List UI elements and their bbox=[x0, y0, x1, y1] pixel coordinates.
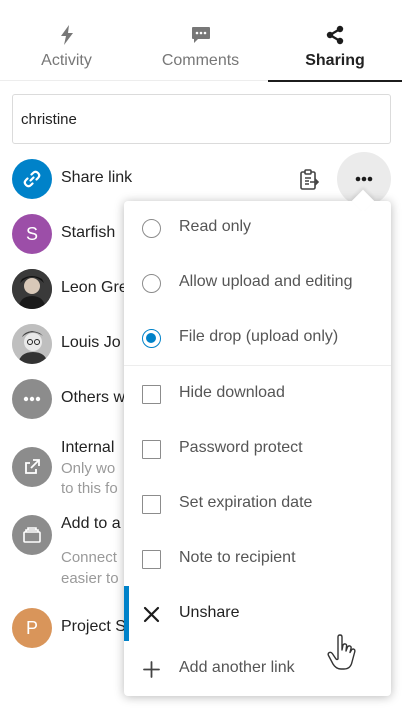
share-row-label: Others w bbox=[61, 389, 126, 406]
checkbox-note-to-recipient[interactable] bbox=[142, 550, 161, 569]
avatar-initial: P bbox=[25, 617, 38, 638]
menu-item-label: File drop (upload only) bbox=[179, 328, 339, 345]
share-link-row[interactable]: Share link bbox=[12, 159, 392, 199]
clipboard-icon[interactable] bbox=[298, 169, 320, 191]
share-row-subtext: Connect bbox=[61, 549, 117, 566]
menu-item-label: Hide download bbox=[179, 384, 285, 401]
menu-item-read-only[interactable]: Read only bbox=[124, 201, 391, 256]
radio-allow-upload[interactable] bbox=[142, 274, 161, 293]
checkbox-set-expiration[interactable] bbox=[142, 495, 161, 514]
share-row-label: Leon Gre bbox=[61, 279, 128, 296]
menu-item-file-drop[interactable]: File drop (upload only) bbox=[124, 311, 391, 366]
tab-activity[interactable]: Activity bbox=[0, 0, 133, 81]
share-search-input[interactable] bbox=[12, 94, 391, 144]
menu-divider bbox=[124, 365, 391, 366]
hand-cursor-icon bbox=[326, 634, 362, 674]
tab-sharing-label: Sharing bbox=[305, 52, 365, 69]
tab-sharing[interactable]: Sharing bbox=[268, 0, 402, 82]
avatar: P bbox=[12, 608, 52, 648]
avatar bbox=[12, 269, 52, 309]
ellipsis-icon bbox=[355, 176, 373, 182]
share-link-label: Share link bbox=[61, 169, 133, 186]
menu-item-allow-upload[interactable]: Allow upload and editing bbox=[124, 256, 391, 311]
share-row-label: Louis Jo bbox=[61, 334, 121, 351]
menu-item-note-to-recipient[interactable]: Note to recipient bbox=[124, 532, 391, 587]
activity-icon bbox=[57, 25, 77, 45]
menu-item-set-expiration[interactable]: Set expiration date bbox=[124, 477, 391, 532]
checkbox-hide-download[interactable] bbox=[142, 385, 161, 404]
menu-item-password-protect[interactable]: Password protect bbox=[124, 422, 391, 477]
comments-icon bbox=[191, 25, 211, 45]
share-row-label: Starfish bbox=[61, 224, 116, 241]
avatar bbox=[12, 324, 52, 364]
share-row-subtext: Only wo bbox=[61, 460, 116, 477]
ellipsis-icon bbox=[12, 379, 52, 419]
menu-item-label: Read only bbox=[179, 218, 252, 235]
menu-item-label: Set expiration date bbox=[179, 494, 313, 511]
avatar-initial: S bbox=[25, 223, 38, 244]
radio-file-drop[interactable] bbox=[142, 329, 161, 348]
menu-item-label: Password protect bbox=[179, 439, 303, 456]
external-link-icon bbox=[12, 447, 52, 487]
menu-item-hide-download[interactable]: Hide download bbox=[124, 367, 391, 422]
share-row-subtext: easier to bbox=[61, 570, 119, 587]
projects-icon bbox=[12, 515, 52, 555]
menu-item-label: Allow upload and editing bbox=[179, 273, 353, 290]
tab-activity-label: Activity bbox=[41, 52, 92, 69]
share-row-label: Internal bbox=[61, 439, 115, 456]
tab-comments-label: Comments bbox=[161, 52, 240, 69]
share-row-label: Project S bbox=[61, 618, 126, 635]
menu-item-label: Add another link bbox=[179, 659, 295, 676]
plus-icon bbox=[142, 660, 161, 679]
link-icon bbox=[12, 159, 52, 199]
menu-item-label: Unshare bbox=[179, 604, 240, 621]
sidebar-tabs: Activity Comments Sharing bbox=[0, 0, 402, 82]
share-row-label: Add to a bbox=[61, 515, 121, 532]
tab-comments[interactable]: Comments bbox=[133, 0, 268, 81]
share-icon bbox=[325, 25, 345, 45]
avatar: S bbox=[12, 214, 52, 254]
share-options-menu: Read only Allow upload and editing File … bbox=[124, 201, 391, 696]
close-icon bbox=[142, 605, 161, 624]
share-row-subtext: to this fo bbox=[61, 480, 118, 497]
checkbox-password-protect[interactable] bbox=[142, 440, 161, 459]
radio-read-only[interactable] bbox=[142, 219, 161, 238]
menu-item-label: Note to recipient bbox=[179, 549, 296, 566]
